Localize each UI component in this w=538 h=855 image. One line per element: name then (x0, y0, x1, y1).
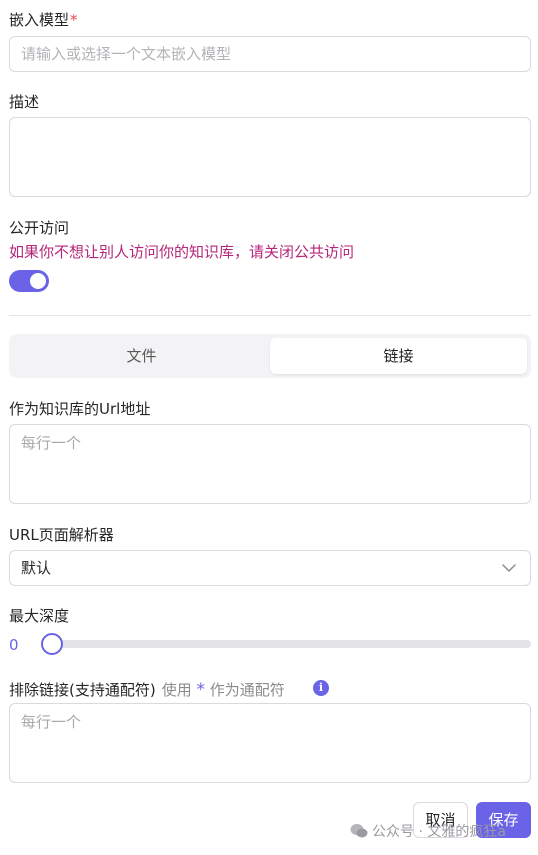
url-parser-label: URL页面解析器 (9, 526, 114, 544)
required-mark: * (70, 11, 78, 29)
max-depth-track[interactable] (42, 640, 531, 648)
tab-file[interactable]: 文件 (13, 338, 270, 374)
tab-link[interactable]: 链接 (270, 338, 527, 374)
exclude-links-placeholder: 每行一个 (21, 713, 82, 731)
wildcard-star: * (196, 680, 206, 700)
exclude-links-hint: 使用 * 作为通配符 (161, 680, 285, 700)
public-access-toggle[interactable] (9, 270, 49, 292)
url-parser-value: 默认 (21, 559, 52, 577)
watermark-text: 公众号 · 文雅的疯狂a (372, 824, 506, 840)
toggle-knob (30, 273, 46, 289)
info-icon[interactable]: i (313, 680, 329, 696)
embed-model-input[interactable]: 请输入或选择一个文本嵌入模型 (9, 36, 531, 72)
embed-model-label: 嵌入模型* (9, 10, 78, 30)
hint-prefix: 使用 (161, 681, 192, 699)
url-placeholder: 每行一个 (21, 434, 82, 452)
chevron-down-icon (502, 564, 516, 572)
exclude-links-label-text: 排除链接(支持通配符) (9, 681, 156, 699)
description-label: 描述 (9, 93, 40, 111)
description-textarea[interactable] (9, 117, 531, 197)
exclude-links-textarea[interactable]: 每行一个 (9, 703, 531, 783)
url-parser-select[interactable]: 默认 (9, 550, 531, 586)
max-depth-label: 最大深度 (9, 607, 70, 625)
exclude-links-label: 排除链接(支持通配符) 使用 * 作为通配符 (9, 680, 285, 700)
max-depth-value: 0 (9, 636, 19, 654)
embed-model-label-text: 嵌入模型 (9, 11, 70, 29)
url-textarea[interactable]: 每行一个 (9, 424, 531, 504)
embed-model-placeholder: 请输入或选择一个文本嵌入模型 (21, 45, 232, 63)
watermark: 公众号 · 文雅的疯狂a (350, 822, 506, 842)
url-input-label: 作为知识库的Url地址 (9, 400, 151, 418)
hint-suffix: 作为通配符 (209, 681, 285, 699)
public-access-warning: 如果你不想让别人访问你的知识库，请关闭公共访问 (9, 243, 355, 261)
public-access-label: 公开访问 (9, 219, 70, 237)
source-tabs: 文件 链接 (9, 334, 531, 378)
wechat-icon (350, 824, 368, 838)
section-divider (9, 315, 531, 316)
max-depth-slider-thumb[interactable] (41, 633, 63, 655)
